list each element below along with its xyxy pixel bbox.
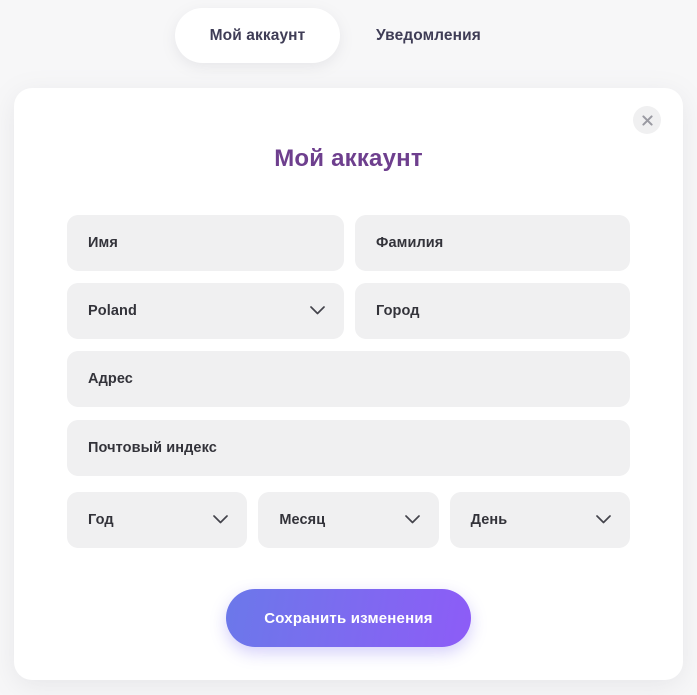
account-form: Имя Фамилия Poland Город Адрес Почтовый … xyxy=(14,215,683,647)
page-title: Мой аккаунт xyxy=(274,145,423,172)
tab-notifications-label: Уведомления xyxy=(376,26,481,44)
chevron-down-icon xyxy=(213,512,229,528)
last-name-placeholder: Фамилия xyxy=(376,235,444,251)
last-name-input[interactable]: Фамилия xyxy=(355,215,630,271)
first-name-input[interactable]: Имя xyxy=(67,215,344,271)
name-row: Имя Фамилия xyxy=(67,215,630,271)
birthdate-row: Год Месяц День xyxy=(67,492,630,548)
tab-my-account-label: Мой аккаунт xyxy=(209,26,306,44)
postal-code-input[interactable]: Почтовый индекс xyxy=(67,420,630,476)
tab-my-account[interactable]: Мой аккаунт xyxy=(175,8,340,63)
account-card: Мой аккаунт Имя Фамилия Poland Город Адр… xyxy=(14,88,683,680)
day-value: День xyxy=(470,512,508,528)
tab-notifications[interactable]: Уведомления xyxy=(372,8,485,63)
first-name-placeholder: Имя xyxy=(88,235,118,251)
tab-bar: Мой аккаунт Уведомления xyxy=(0,0,697,88)
address-placeholder: Адрес xyxy=(88,371,133,387)
country-select[interactable]: Poland xyxy=(67,283,344,339)
close-button[interactable] xyxy=(633,106,661,134)
save-changes-button[interactable]: Сохранить изменения xyxy=(226,589,471,647)
chevron-down-icon xyxy=(596,512,611,528)
city-input[interactable]: Город xyxy=(355,283,630,339)
day-select[interactable]: День xyxy=(449,492,630,548)
month-value: Месяц xyxy=(279,512,326,528)
postal-code-row: Почтовый индекс xyxy=(67,420,630,476)
city-placeholder: Город xyxy=(376,303,420,319)
year-value: Год xyxy=(88,512,114,528)
month-select[interactable]: Месяц xyxy=(258,492,439,548)
postal-code-placeholder: Почтовый индекс xyxy=(88,440,217,456)
save-button-row: Сохранить изменения xyxy=(67,589,630,647)
address-row: Адрес xyxy=(67,351,630,407)
address-input[interactable]: Адрес xyxy=(67,351,630,407)
close-icon xyxy=(641,114,653,126)
country-value: Poland xyxy=(88,303,137,319)
location-row: Poland Город xyxy=(67,283,630,339)
year-select[interactable]: Год xyxy=(67,492,248,548)
chevron-down-icon xyxy=(404,512,420,528)
chevron-down-icon xyxy=(310,303,325,319)
